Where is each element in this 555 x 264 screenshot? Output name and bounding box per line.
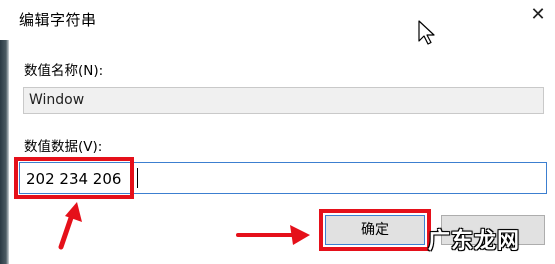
mouse-cursor-icon <box>418 20 435 45</box>
text-caret <box>137 168 138 188</box>
value-name-text: Window <box>29 92 85 108</box>
close-icon[interactable]: ✕ <box>527 4 549 26</box>
dialog-title: 编辑字符串 <box>19 11 97 29</box>
value-name-label: 数值名称(N): <box>24 63 104 79</box>
edit-string-dialog: 编辑字符串 ✕ 数值名称(N): Window 数值数据(V): 202 234… <box>0 0 555 264</box>
watermark-logo: 广东龙网 <box>422 221 552 255</box>
arrow-right-icon <box>236 225 310 245</box>
ok-highlight-box <box>319 209 431 251</box>
title-bar: 编辑字符串 ✕ <box>9 0 555 40</box>
value-data-label: 数值数据(V): <box>24 139 103 155</box>
input-highlight-box <box>14 157 134 199</box>
arrow-up-icon <box>58 202 82 250</box>
value-name-field: Window <box>23 87 544 114</box>
watermark-text: 广东龙网 <box>428 229 521 254</box>
